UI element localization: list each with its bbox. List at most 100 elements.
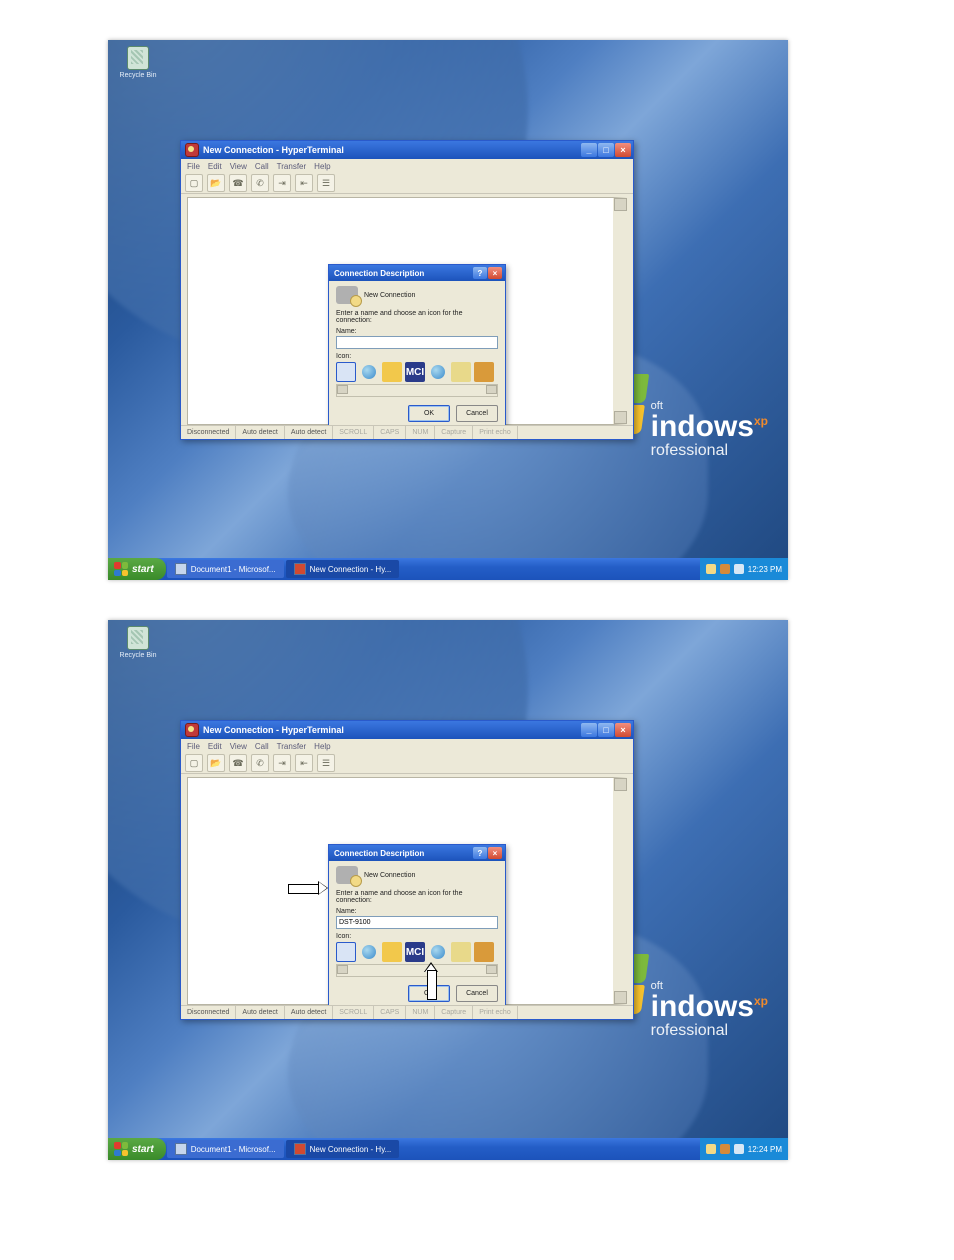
toolbar-new-icon[interactable]: ▢ [185,174,203,192]
menu-file[interactable]: File [187,742,200,751]
recycle-bin-icon[interactable]: Recycle Bin [116,626,160,659]
tray-icon-2[interactable] [720,1144,730,1154]
icon-option-6[interactable] [451,362,471,382]
icon-scrollbar[interactable] [336,384,498,397]
vertical-scrollbar[interactable] [614,778,627,1004]
tray-icon-2[interactable] [720,564,730,574]
dialog-titlebar[interactable]: Connection Description ? × [329,265,505,281]
toolbar-receive-icon[interactable]: ⇤ [295,754,313,772]
icon-option-5[interactable] [428,362,448,382]
icon-option-1[interactable] [336,942,356,962]
status-detect-1: Auto detect [236,426,284,439]
taskbar-item-document[interactable]: Document1 - Microsof... [167,560,284,578]
icon-option-4[interactable]: MCI [405,362,425,382]
hyperterminal-window: New Connection - HyperTerminal _ □ × Fil… [180,140,634,440]
tray-clock[interactable]: 12:24 PM [748,1145,782,1154]
close-button[interactable]: × [615,723,631,737]
toolbar-hangup-icon[interactable]: ✆ [251,174,269,192]
toolbar-properties-icon[interactable]: ☰ [317,174,335,192]
maximize-button[interactable]: □ [598,143,614,157]
start-button[interactable]: start [108,1138,166,1160]
dialog-help-button[interactable]: ? [473,847,487,859]
name-input[interactable] [336,336,498,349]
icon-scrollbar[interactable] [336,964,498,977]
dialog-subtitle: New Connection [364,872,415,879]
menu-help[interactable]: Help [314,162,330,171]
menu-call[interactable]: Call [255,742,269,751]
dialog-help-button[interactable]: ? [473,267,487,279]
toolbar-open-icon[interactable]: 📂 [207,754,225,772]
taskbar-item-document[interactable]: Document1 - Microsof... [167,1140,284,1158]
name-label: Name: [336,908,498,915]
minimize-button[interactable]: _ [581,143,597,157]
tray-icon-1[interactable] [706,1144,716,1154]
tray-icon-3[interactable] [734,1144,744,1154]
icon-option-3[interactable] [382,942,402,962]
menu-view[interactable]: View [230,742,247,751]
taskbar-item-hyperterminal[interactable]: New Connection - Hy... [286,1140,400,1158]
icon-option-7[interactable] [474,942,494,962]
status-detect-2: Auto detect [285,1006,333,1019]
system-tray[interactable]: 12:23 PM [700,558,788,580]
toolbar-call-icon[interactable]: ☎ [229,174,247,192]
toolbar-new-icon[interactable]: ▢ [185,754,203,772]
status-capture: Capture [435,426,473,439]
menu-edit[interactable]: Edit [208,162,222,171]
connection-icon [336,866,358,884]
vertical-scrollbar[interactable] [614,198,627,424]
taskbar: start Document1 - Microsof... New Connec… [108,558,788,580]
windows-flag-icon [114,562,128,576]
dialog-subtitle: New Connection [364,292,415,299]
status-echo: Print echo [473,426,518,439]
toolbar-send-icon[interactable]: ⇥ [273,174,291,192]
app-icon [185,723,199,737]
annotation-arrow-ok [424,962,438,1000]
start-button[interactable]: start [108,558,166,580]
icon-option-7[interactable] [474,362,494,382]
toolbar-receive-icon[interactable]: ⇤ [295,174,313,192]
icon-option-4[interactable]: MCI [405,942,425,962]
cancel-button[interactable]: Cancel [456,985,498,1002]
status-echo: Print echo [473,1006,518,1019]
name-label: Name: [336,328,498,335]
tray-icon-3[interactable] [734,564,744,574]
menu-file[interactable]: File [187,162,200,171]
maximize-button[interactable]: □ [598,723,614,737]
taskbar-item-hyperterminal[interactable]: New Connection - Hy... [286,560,400,578]
menu-edit[interactable]: Edit [208,742,222,751]
menu-call[interactable]: Call [255,162,269,171]
window-titlebar[interactable]: New Connection - HyperTerminal _ □ × [181,141,633,159]
minimize-button[interactable]: _ [581,723,597,737]
cancel-button[interactable]: Cancel [456,405,498,422]
hyperterminal-window: New Connection - HyperTerminal _ □ × Fil… [180,720,634,1020]
window-titlebar[interactable]: New Connection - HyperTerminal _ □ × [181,721,633,739]
name-input[interactable] [336,916,498,929]
recycle-bin-icon[interactable]: Recycle Bin [116,46,160,79]
menu-view[interactable]: View [230,162,247,171]
icon-option-3[interactable] [382,362,402,382]
icon-option-2[interactable] [359,942,379,962]
toolbar-hangup-icon[interactable]: ✆ [251,754,269,772]
dialog-close-button[interactable]: × [488,847,502,859]
icon-option-2[interactable] [359,362,379,382]
toolbar-send-icon[interactable]: ⇥ [273,754,291,772]
tray-icon-1[interactable] [706,564,716,574]
recycle-bin-label: Recycle Bin [120,72,157,79]
system-tray[interactable]: 12:24 PM [700,1138,788,1160]
menu-transfer[interactable]: Transfer [277,742,307,751]
tray-clock[interactable]: 12:23 PM [748,565,782,574]
toolbar-properties-icon[interactable]: ☰ [317,754,335,772]
toolbar-open-icon[interactable]: 📂 [207,174,225,192]
menu-help[interactable]: Help [314,742,330,751]
dialog-titlebar[interactable]: Connection Description ? × [329,845,505,861]
icon-option-6[interactable] [451,942,471,962]
ok-button[interactable]: OK [408,405,450,422]
status-capture: Capture [435,1006,473,1019]
toolbar-call-icon[interactable]: ☎ [229,754,247,772]
close-button[interactable]: × [615,143,631,157]
menu-transfer[interactable]: Transfer [277,162,307,171]
dialog-close-button[interactable]: × [488,267,502,279]
status-detect-1: Auto detect [236,1006,284,1019]
icon-option-1[interactable] [336,362,356,382]
icon-option-5[interactable] [428,942,448,962]
